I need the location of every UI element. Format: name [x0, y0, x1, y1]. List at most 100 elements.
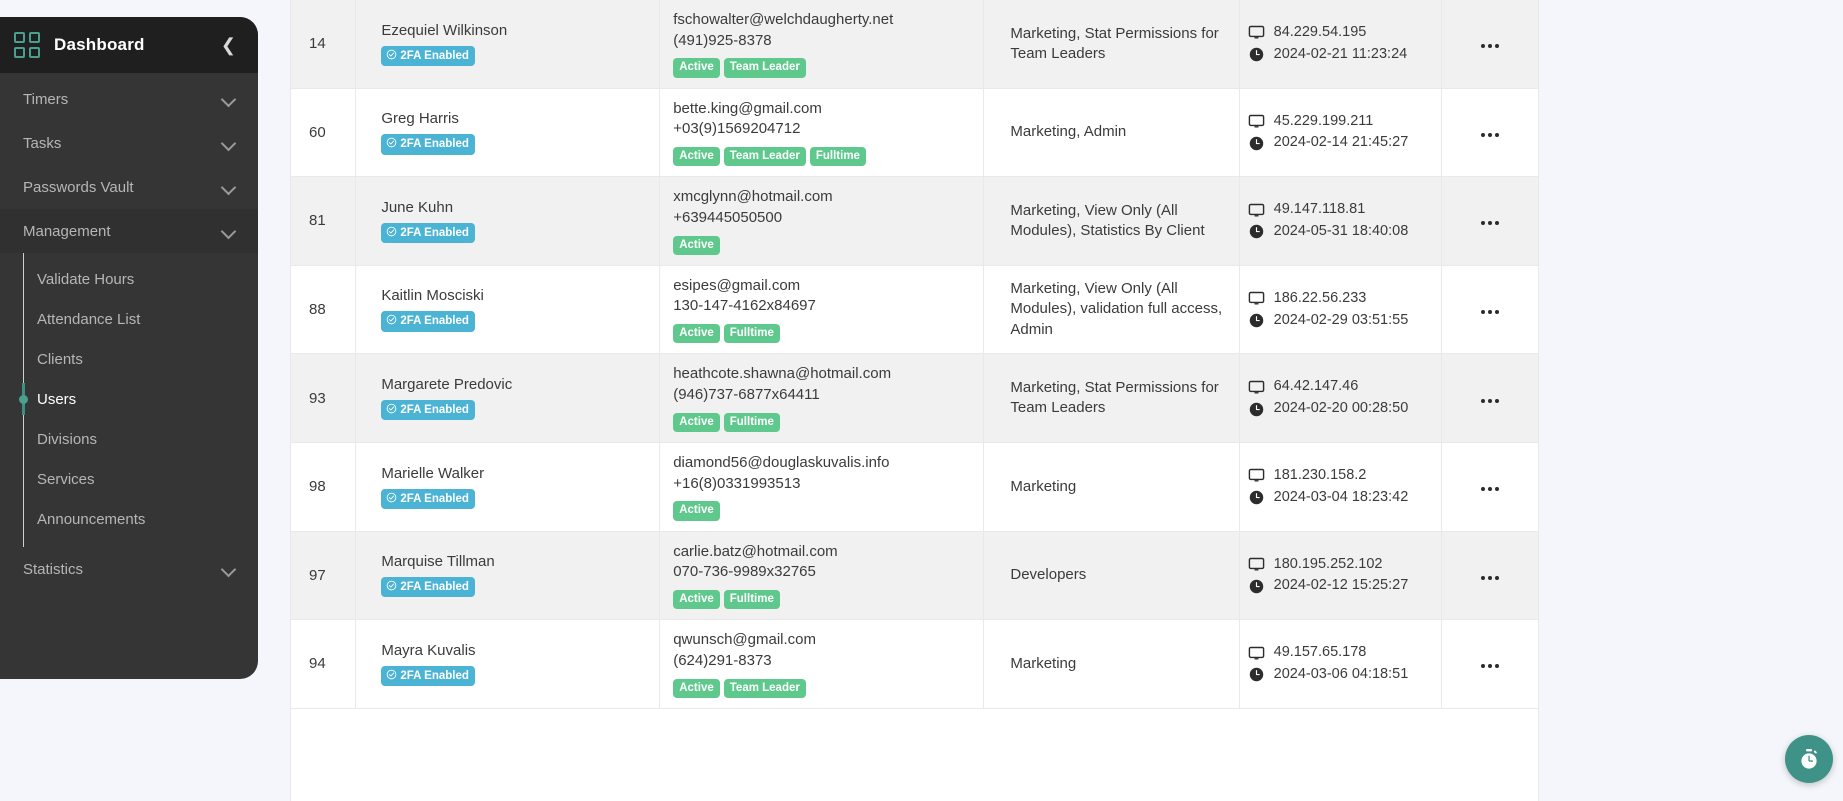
user-tags: Active Fulltime [673, 412, 971, 432]
clock-icon [1249, 402, 1263, 416]
cell-contact: fschowalter@welchdaugherty.net (491)925-8… [659, 0, 985, 89]
twofa-badge: 2FA Enabled [381, 577, 475, 598]
cell-meta: 49.157.65.178 2024-03-06 04:18:51 [1239, 619, 1443, 709]
status-badge: Fulltime [809, 146, 866, 167]
check-circle-icon [386, 580, 397, 593]
ellipsis-icon[interactable] [1481, 664, 1500, 669]
chevron-left-icon[interactable]: ❮ [221, 36, 236, 54]
chevron-down-icon [222, 180, 236, 194]
table-row[interactable]: 81 June Kuhn 2FA Enabled xmcglynn@hotmail.c… [291, 176, 1538, 266]
monitor-icon [1248, 26, 1264, 39]
cell-name: Mayra Kuvalis 2FA Enabled [355, 619, 661, 709]
table-row[interactable]: 97 Marquise Tillman 2FA Enabled carlie.batz… [291, 531, 1538, 620]
clock-icon [1249, 490, 1263, 505]
cell-name: Marquise Tillman 2FA Enabled [355, 531, 661, 620]
monitor-icon [1248, 203, 1264, 217]
cell-id: 88 [291, 265, 357, 354]
user-ip: 49.157.65.178 [1248, 642, 1430, 664]
chevron-down-icon [222, 562, 236, 576]
ellipsis-icon[interactable] [1481, 487, 1500, 492]
status-badge: Active [673, 146, 720, 167]
user-tags: Active [673, 235, 971, 255]
table-row[interactable]: 88 Kaitlin Mosciski 2FA Enabled esipes@gmai… [291, 265, 1538, 354]
cell-permissions: Developers [983, 531, 1240, 620]
sidebar-item-statistics[interactable]: Statistics [0, 547, 258, 591]
cell-name: Margarete Predovic 2FA Enabled [355, 353, 661, 443]
status-badge: Team Leader [723, 678, 806, 698]
status-badge: Team Leader [723, 146, 806, 167]
sidebar-item-clients[interactable]: Clients [24, 339, 258, 379]
monitor-icon [1248, 646, 1264, 660]
user-email: heathcote.shawna@hotmail.com [673, 365, 892, 383]
cell-id: 97 [291, 531, 357, 620]
page-title: Dashboard [54, 35, 145, 54]
status-badge: Active [673, 324, 720, 344]
sidebar-item-validate-hours[interactable]: Validate Hours [24, 259, 258, 299]
sidebar-item-tasks[interactable]: Tasks [0, 121, 258, 165]
sidebar-item-announcements[interactable]: Announcements [24, 499, 258, 539]
ellipsis-icon[interactable] [1481, 221, 1500, 226]
sidebar-item-attendance-list[interactable]: Attendance List [24, 299, 258, 339]
ellipsis-icon[interactable] [1481, 575, 1500, 580]
cell-name: Greg Harris 2FA Enabled [355, 88, 661, 177]
sidebar-item-label: Management [23, 222, 111, 240]
cell-contact: heathcote.shawna@hotmail.com (946)737-687… [659, 353, 985, 443]
user-name: Ezequiel Wilkinson [381, 21, 508, 39]
sidebar-item-services[interactable]: Services [24, 459, 258, 499]
clock-icon [1249, 47, 1263, 62]
main-content: 14 Ezequiel Wilkinson 2FA Enabled fschowalt… [276, 0, 1843, 801]
user-timestamp: 2024-02-21 11:23:24 [1248, 44, 1430, 66]
sidebar-item-management[interactable]: Management [0, 209, 258, 253]
check-circle-icon [386, 669, 397, 682]
user-ip: 180.195.252.102 [1248, 554, 1430, 576]
ellipsis-icon[interactable] [1481, 398, 1500, 403]
sidebar-nav: Timers Tasks Passwords Vault Management … [0, 73, 258, 679]
timer-fab-button[interactable] [1785, 735, 1833, 783]
user-name: Greg Harris [381, 110, 459, 128]
sidebar-item-timers[interactable]: Timers [0, 77, 258, 121]
user-name: Marquise Tillman [381, 553, 495, 571]
check-circle-icon [386, 315, 397, 327]
sidebar-item-passwords-vault[interactable]: Passwords Vault [0, 165, 258, 209]
cell-permissions: Marketing, Admin [983, 88, 1240, 177]
table-row[interactable]: 93 Margarete Predovic 2FA Enabled heathcote… [291, 353, 1538, 443]
table-row[interactable]: 98 Marielle Walker 2FA Enabled diamond56@do… [291, 442, 1538, 532]
twofa-badge: 2FA Enabled [381, 665, 475, 687]
cell-permissions: Marketing, Stat Permissions for Team Lea… [983, 0, 1240, 89]
cell-actions [1442, 0, 1538, 88]
cell-meta: 181.230.158.2 2024-03-04 18:23:42 [1239, 442, 1443, 532]
cell-meta: 45.229.199.211 2024-02-14 21:45:27 [1239, 88, 1443, 177]
cell-id: 98 [291, 442, 357, 532]
cell-actions [1442, 620, 1538, 709]
users-table-card: 14 Ezequiel Wilkinson 2FA Enabled fschowalt… [290, 0, 1539, 801]
cell-name: Ezequiel Wilkinson 2FA Enabled [355, 0, 661, 89]
table-row[interactable]: 14 Ezequiel Wilkinson 2FA Enabled fschowalt… [291, 0, 1538, 89]
twofa-badge: 2FA Enabled [381, 45, 475, 66]
sidebar-item-label: Validate Hours [37, 270, 135, 288]
table-row[interactable]: 94 Mayra Kuvalis 2FA Enabled qwunsch@gmail.… [291, 619, 1538, 709]
user-ip: 84.229.54.195 [1248, 22, 1430, 44]
sidebar: Dashboard ❮ Timers Tasks Passwords Vault… [0, 17, 258, 679]
ellipsis-icon[interactable] [1481, 132, 1500, 137]
user-name: Margarete Predovic [381, 376, 513, 394]
user-phone: +639445050500 [673, 208, 783, 226]
sidebar-item-divisions[interactable]: Divisions [24, 419, 258, 459]
user-phone: (946)737-6877x64411 [673, 386, 820, 404]
clock-icon [1249, 668, 1263, 682]
sidebar-item-label: Passwords Vault [23, 178, 134, 196]
check-circle-icon [386, 137, 397, 150]
user-phone: (491)925-8378 [673, 31, 772, 49]
cell-permissions: Marketing [983, 442, 1240, 532]
sidebar-item-users[interactable]: Users [19, 379, 258, 419]
cell-meta: 180.195.252.102 2024-02-12 15:25:27 [1239, 531, 1443, 620]
ellipsis-icon[interactable] [1481, 44, 1500, 49]
cell-permissions: Marketing, View Only (All Modules), Stat… [983, 176, 1240, 266]
sidebar-item-label: Attendance List [37, 310, 141, 328]
ellipsis-icon[interactable] [1481, 310, 1500, 315]
table-row[interactable]: 60 Greg Harris 2FA Enabled bette.king@gmail… [291, 88, 1538, 177]
monitor-icon [1248, 291, 1264, 305]
cell-id: 60 [291, 88, 357, 177]
chevron-down-icon [222, 92, 236, 106]
check-circle-icon [386, 403, 397, 416]
monitor-icon [1248, 557, 1264, 571]
